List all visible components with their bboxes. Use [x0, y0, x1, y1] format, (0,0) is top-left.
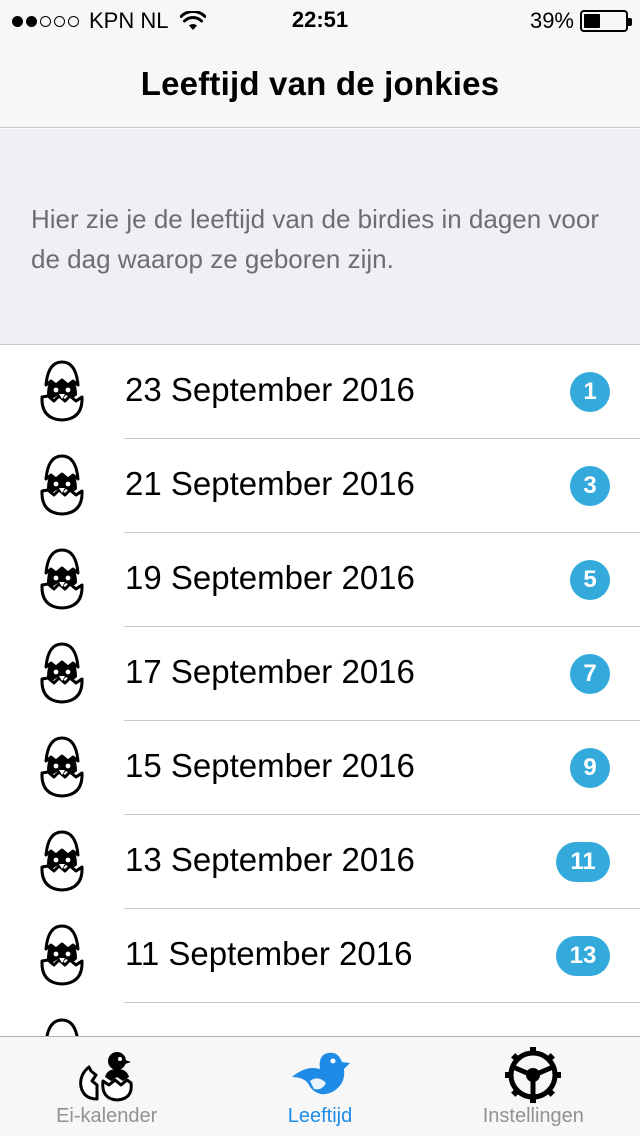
- tab-instellingen[interactable]: Instellingen: [427, 1037, 640, 1136]
- tab-bar: Ei-kalender Leeftijd Instellingen: [0, 1036, 640, 1136]
- list-item[interactable]: 23 September 2016 1: [0, 345, 640, 439]
- list-item[interactable]: 17 September 2016 7: [0, 627, 640, 721]
- status-bar: KPN NL 22:51 39%: [0, 0, 640, 40]
- list-item[interactable]: 15 September 2016 9: [0, 721, 640, 815]
- age-badge: 7: [570, 654, 610, 694]
- tab-leeftijd[interactable]: Leeftijd: [213, 1037, 426, 1136]
- tab-ei-kalender[interactable]: Ei-kalender: [0, 1037, 213, 1136]
- age-badge: 13: [556, 936, 610, 976]
- tab-label: Leeftijd: [287, 1105, 353, 1127]
- hatching-egg-icon: [40, 830, 84, 892]
- navigation-bar: Leeftijd van de jonkies: [0, 40, 640, 128]
- list-item[interactable]: [0, 1003, 640, 1036]
- page-title: Leeftijd van de jonkies: [140, 64, 500, 102]
- tab-label: Instellingen: [482, 1105, 584, 1127]
- row-date: 17 September 2016: [125, 653, 415, 690]
- info-text: Hier zie je de leeftijd van de birdies i…: [31, 204, 600, 274]
- status-right: 39%: [529, 8, 632, 34]
- hatching-egg-icon: [40, 736, 84, 798]
- hatching-egg-icon: [40, 454, 84, 516]
- list-item[interactable]: 13 September 2016 11: [0, 815, 640, 909]
- age-badge: 5: [570, 560, 610, 600]
- row-date: 11 September 2016: [125, 935, 413, 972]
- signal-strength-icon: [12, 15, 79, 27]
- blue-bird-icon: [291, 1052, 350, 1095]
- carrier-name: KPN NL: [89, 8, 169, 33]
- hatching-egg-icon: [40, 924, 84, 986]
- age-badge: 1: [570, 372, 610, 412]
- age-badge: 11: [556, 842, 610, 882]
- hatching-egg-icon: [40, 642, 84, 704]
- egg-chick-icon: [78, 1052, 133, 1102]
- age-list[interactable]: 23 September 2016 1 21 September 2016 3: [0, 345, 640, 1036]
- age-badge: 3: [570, 466, 610, 506]
- tab-label: Ei-kalender: [56, 1105, 158, 1127]
- list-item[interactable]: 21 September 2016 3: [0, 439, 640, 533]
- hatching-egg-icon: [40, 548, 84, 610]
- battery-percent: 39%: [529, 8, 574, 33]
- list-item[interactable]: 19 September 2016 5: [0, 533, 640, 627]
- row-date: 19 September 2016: [125, 559, 415, 596]
- row-date: 15 September 2016: [125, 747, 415, 784]
- status-left: KPN NL: [12, 8, 207, 34]
- age-badge: 9: [570, 748, 610, 788]
- info-section: Hier zie je de leeftijd van de birdies i…: [0, 129, 640, 345]
- row-date: 13 September 2016: [125, 841, 415, 878]
- hatching-egg-icon: [45, 1018, 79, 1036]
- row-date: 23 September 2016: [125, 371, 415, 408]
- wifi-icon: [180, 11, 207, 30]
- hatching-egg-icon: [40, 360, 84, 422]
- row-date: 21 September 2016: [125, 465, 415, 502]
- battery-icon: [580, 10, 632, 32]
- steering-wheel-icon: [505, 1047, 562, 1103]
- battery-level: [584, 14, 600, 28]
- list-item[interactable]: 11 September 2016 13: [0, 909, 640, 1003]
